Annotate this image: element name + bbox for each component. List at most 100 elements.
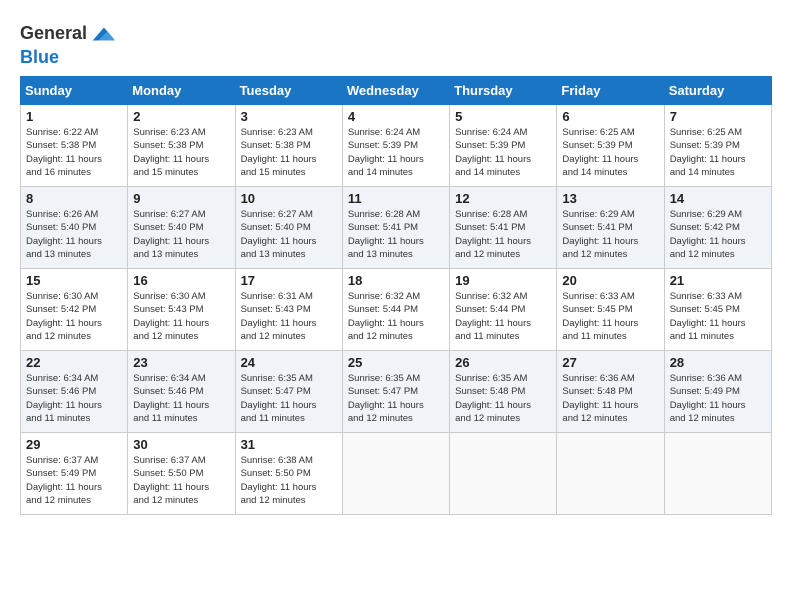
col-header-saturday: Saturday	[664, 77, 771, 105]
calendar-cell: 9Sunrise: 6:27 AMSunset: 5:40 PMDaylight…	[128, 187, 235, 269]
logo-icon	[89, 20, 117, 48]
calendar-cell: 19 Sunrise: 6:32 AMSunset: 5:44 PMDayligh…	[450, 269, 557, 351]
day-info: Sunrise: 6:23 AMSunset: 5:38 PMDaylight:…	[133, 126, 229, 179]
day-number: 27	[562, 355, 658, 370]
day-info: Sunrise: 6:27 AMSunset: 5:40 PMDaylight:…	[241, 208, 337, 261]
day-info: Sunrise: 6:35 AMSunset: 5:47 PMDaylight:…	[348, 372, 444, 425]
calendar-cell	[664, 433, 771, 515]
day-number: 26	[455, 355, 551, 370]
calendar-cell: 24 Sunrise: 6:35 AMSunset: 5:47 PMDayligh…	[235, 351, 342, 433]
calendar-cell: 1 Sunrise: 6:22 AMSunset: 5:38 PMDaylight…	[21, 105, 128, 187]
calendar-cell: 20 Sunrise: 6:33 AMSunset: 5:45 PMDayligh…	[557, 269, 664, 351]
calendar-cell: 13Sunrise: 6:29 AMSunset: 5:41 PMDayligh…	[557, 187, 664, 269]
calendar-cell: 16 Sunrise: 6:30 AMSunset: 5:43 PMDayligh…	[128, 269, 235, 351]
day-number: 1	[26, 109, 122, 124]
day-number: 4	[348, 109, 444, 124]
calendar-cell: 31 Sunrise: 6:38 AMSunset: 5:50 PMDayligh…	[235, 433, 342, 515]
day-info: Sunrise: 6:36 AMSunset: 5:49 PMDaylight:…	[670, 372, 766, 425]
day-info: Sunrise: 6:36 AMSunset: 5:48 PMDaylight:…	[562, 372, 658, 425]
day-info: Sunrise: 6:30 AMSunset: 5:43 PMDaylight:…	[133, 290, 229, 343]
day-info: Sunrise: 6:25 AMSunset: 5:39 PMDaylight:…	[670, 126, 766, 179]
day-number: 5	[455, 109, 551, 124]
calendar-cell: 7 Sunrise: 6:25 AMSunset: 5:39 PMDaylight…	[664, 105, 771, 187]
calendar-cell: 17Sunrise: 6:31 AMSunset: 5:43 PMDayligh…	[235, 269, 342, 351]
calendar-cell	[557, 433, 664, 515]
calendar-cell: 2 Sunrise: 6:23 AMSunset: 5:38 PMDaylight…	[128, 105, 235, 187]
calendar-table: SundayMondayTuesdayWednesdayThursdayFrid…	[20, 76, 772, 515]
day-number: 9	[133, 191, 229, 206]
calendar-cell: 8 Sunrise: 6:26 AMSunset: 5:40 PMDaylight…	[21, 187, 128, 269]
day-info: Sunrise: 6:35 AMSunset: 5:48 PMDaylight:…	[455, 372, 551, 425]
day-number: 24	[241, 355, 337, 370]
day-info: Sunrise: 6:32 AMSunset: 5:44 PMDaylight:…	[455, 290, 551, 343]
calendar-cell: 4 Sunrise: 6:24 AMSunset: 5:39 PMDaylight…	[342, 105, 449, 187]
day-info: Sunrise: 6:24 AMSunset: 5:39 PMDaylight:…	[348, 126, 444, 179]
calendar-cell: 28Sunrise: 6:36 AMSunset: 5:49 PMDayligh…	[664, 351, 771, 433]
day-info: Sunrise: 6:34 AMSunset: 5:46 PMDaylight:…	[133, 372, 229, 425]
day-number: 10	[241, 191, 337, 206]
day-number: 19	[455, 273, 551, 288]
day-number: 25	[348, 355, 444, 370]
day-number: 29	[26, 437, 122, 452]
col-header-friday: Friday	[557, 77, 664, 105]
day-info: Sunrise: 6:34 AMSunset: 5:46 PMDaylight:…	[26, 372, 122, 425]
calendar-week-row: 29 Sunrise: 6:37 AMSunset: 5:49 PMDayligh…	[21, 433, 772, 515]
calendar-cell	[342, 433, 449, 515]
day-number: 6	[562, 109, 658, 124]
calendar-cell: 27 Sunrise: 6:36 AMSunset: 5:48 PMDayligh…	[557, 351, 664, 433]
day-info: Sunrise: 6:24 AMSunset: 5:39 PMDaylight:…	[455, 126, 551, 179]
calendar-cell: 12 Sunrise: 6:28 AMSunset: 5:41 PMDayligh…	[450, 187, 557, 269]
day-number: 16	[133, 273, 229, 288]
day-info: Sunrise: 6:30 AMSunset: 5:42 PMDaylight:…	[26, 290, 122, 343]
day-info: Sunrise: 6:38 AMSunset: 5:50 PMDaylight:…	[241, 454, 337, 507]
calendar-week-row: 15 Sunrise: 6:30 AMSunset: 5:42 PMDayligh…	[21, 269, 772, 351]
calendar-cell: 22 Sunrise: 6:34 AMSunset: 5:46 PMDayligh…	[21, 351, 128, 433]
col-header-thursday: Thursday	[450, 77, 557, 105]
day-info: Sunrise: 6:33 AMSunset: 5:45 PMDaylight:…	[670, 290, 766, 343]
day-info: Sunrise: 6:28 AMSunset: 5:41 PMDaylight:…	[455, 208, 551, 261]
day-number: 30	[133, 437, 229, 452]
day-info: Sunrise: 6:35 AMSunset: 5:47 PMDaylight:…	[241, 372, 337, 425]
logo-text-general: General	[20, 24, 87, 44]
logo-text-blue: Blue	[20, 47, 59, 67]
calendar-cell: 10 Sunrise: 6:27 AMSunset: 5:40 PMDayligh…	[235, 187, 342, 269]
day-number: 23	[133, 355, 229, 370]
day-info: Sunrise: 6:33 AMSunset: 5:45 PMDaylight:…	[562, 290, 658, 343]
day-number: 20	[562, 273, 658, 288]
day-number: 8	[26, 191, 122, 206]
calendar-cell: 11Sunrise: 6:28 AMSunset: 5:41 PMDayligh…	[342, 187, 449, 269]
day-info: Sunrise: 6:26 AMSunset: 5:40 PMDaylight:…	[26, 208, 122, 261]
day-number: 3	[241, 109, 337, 124]
day-number: 12	[455, 191, 551, 206]
day-number: 7	[670, 109, 766, 124]
day-number: 15	[26, 273, 122, 288]
day-info: Sunrise: 6:22 AMSunset: 5:38 PMDaylight:…	[26, 126, 122, 179]
logo: General Blue	[20, 20, 117, 68]
day-info: Sunrise: 6:23 AMSunset: 5:38 PMDaylight:…	[241, 126, 337, 179]
day-number: 18	[348, 273, 444, 288]
calendar-cell: 30 Sunrise: 6:37 AMSunset: 5:50 PMDayligh…	[128, 433, 235, 515]
calendar-cell	[450, 433, 557, 515]
day-number: 21	[670, 273, 766, 288]
day-info: Sunrise: 6:28 AMSunset: 5:41 PMDaylight:…	[348, 208, 444, 261]
day-number: 2	[133, 109, 229, 124]
day-number: 14	[670, 191, 766, 206]
calendar-cell: 14Sunrise: 6:29 AMSunset: 5:42 PMDayligh…	[664, 187, 771, 269]
calendar-cell: 21 Sunrise: 6:33 AMSunset: 5:45 PMDayligh…	[664, 269, 771, 351]
day-number: 31	[241, 437, 337, 452]
day-info: Sunrise: 6:25 AMSunset: 5:39 PMDaylight:…	[562, 126, 658, 179]
day-number: 22	[26, 355, 122, 370]
col-header-sunday: Sunday	[21, 77, 128, 105]
day-info: Sunrise: 6:32 AMSunset: 5:44 PMDaylight:…	[348, 290, 444, 343]
header: General Blue	[20, 16, 772, 68]
day-info: Sunrise: 6:37 AMSunset: 5:50 PMDaylight:…	[133, 454, 229, 507]
calendar-cell: 25 Sunrise: 6:35 AMSunset: 5:47 PMDayligh…	[342, 351, 449, 433]
day-info: Sunrise: 6:37 AMSunset: 5:49 PMDaylight:…	[26, 454, 122, 507]
calendar-cell: 18 Sunrise: 6:32 AMSunset: 5:44 PMDayligh…	[342, 269, 449, 351]
calendar-cell: 29 Sunrise: 6:37 AMSunset: 5:49 PMDayligh…	[21, 433, 128, 515]
calendar-header-row: SundayMondayTuesdayWednesdayThursdayFrid…	[21, 77, 772, 105]
day-number: 17	[241, 273, 337, 288]
col-header-monday: Monday	[128, 77, 235, 105]
col-header-tuesday: Tuesday	[235, 77, 342, 105]
calendar-cell: 5 Sunrise: 6:24 AMSunset: 5:39 PMDaylight…	[450, 105, 557, 187]
